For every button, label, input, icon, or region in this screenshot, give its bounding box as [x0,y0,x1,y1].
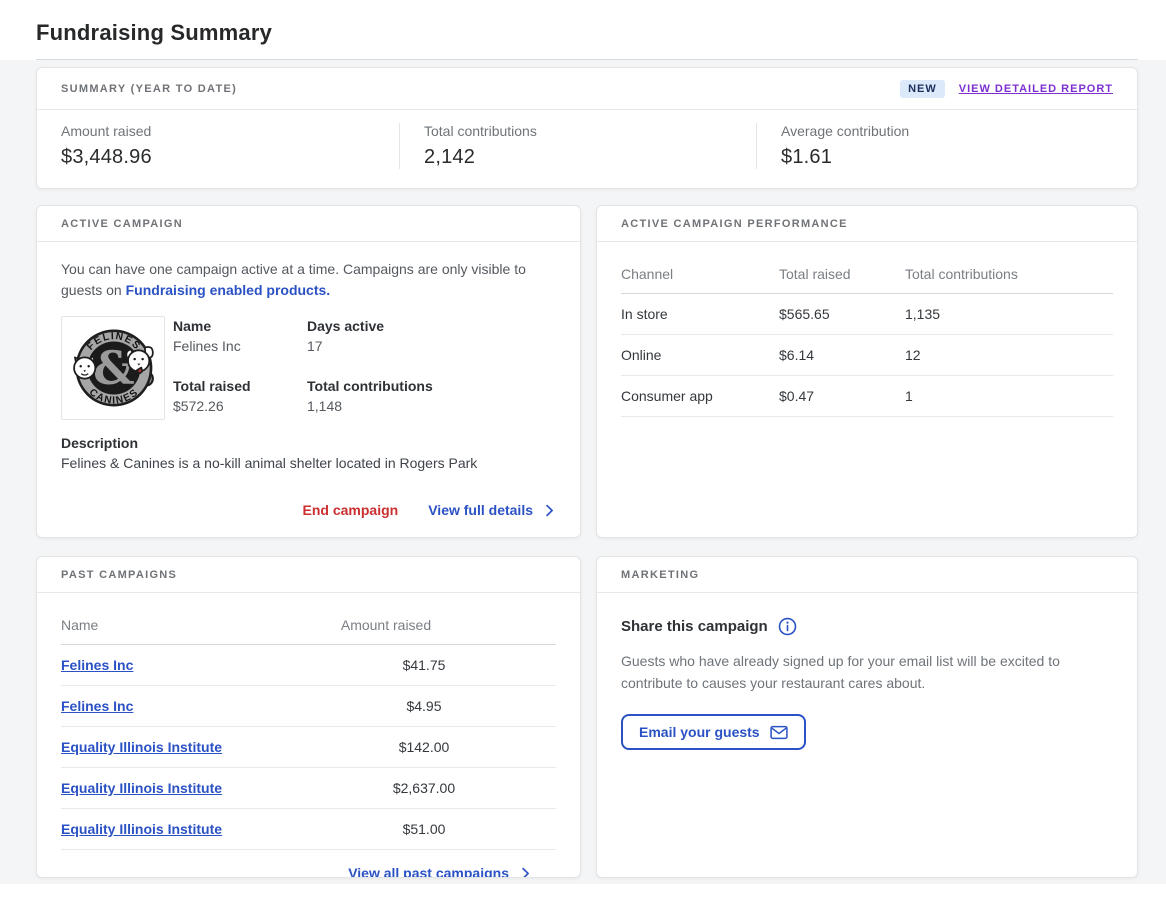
summary-header-right: NEW VIEW DETAILED REPORT [900,80,1113,98]
stat-average-contribution: Average contribution $1.61 [756,123,1137,169]
column-header-name: Name [61,605,306,645]
end-campaign-button[interactable]: End campaign [303,502,399,518]
past-campaigns-header-label: PAST CAMPAIGNS [61,569,177,581]
total-raised-cell: $565.65 [779,294,905,335]
chevron-right-icon [543,504,556,517]
table-row: Equality Illinois Institute $51.00 [61,809,556,850]
stat-value: $1.61 [781,146,1113,169]
content-area: SUMMARY (YEAR TO DATE) NEW VIEW DETAILED… [0,60,1166,884]
stat-label: Average contribution [781,123,1113,139]
envelope-icon [770,725,788,740]
campaign-actions: End campaign View full details [61,502,556,518]
campaign-intro-text: You can have one campaign active at a ti… [61,259,556,301]
table-row: Felines Inc $41.75 [61,645,556,686]
past-campaigns-card: PAST CAMPAIGNS Name Amount raised Feline… [36,556,581,878]
field-total-raised: Total raised $572.26 [173,378,307,420]
amount-cell: $2,637.00 [306,768,556,809]
column-header-total-raised: Total raised [779,254,905,294]
stat-amount-raised: Amount raised $3,448.96 [37,123,399,169]
performance-table-body: Channel Total raised Total contributions… [597,242,1137,429]
total-contributions-cell: 12 [905,335,1113,376]
stat-value: $3,448.96 [61,146,375,169]
marketing-header: MARKETING [597,557,1137,593]
view-detailed-report-link[interactable]: VIEW DETAILED REPORT [959,83,1113,95]
fundraising-products-link[interactable]: Fundraising enabled products. [126,280,331,301]
marketing-header-label: MARKETING [621,569,699,581]
active-campaign-performance-card: ACTIVE CAMPAIGN PERFORMANCE Channel Tota… [596,205,1138,538]
view-full-details-link[interactable]: View full details [428,502,556,518]
active-campaign-header: ACTIVE CAMPAIGN [37,206,580,242]
summary-card: SUMMARY (YEAR TO DATE) NEW VIEW DETAILED… [36,67,1138,189]
table-row: Online $6.14 12 [621,335,1113,376]
performance-table: Channel Total raised Total contributions… [621,254,1113,417]
column-header-channel: Channel [621,254,779,294]
total-contributions-cell: 1,135 [905,294,1113,335]
table-header-row: Channel Total raised Total contributions [621,254,1113,294]
field-total-contributions: Total contributions 1,148 [307,378,556,420]
table-header-row: Name Amount raised [61,605,556,645]
campaign-description: Description Felines & Canines is a no-ki… [61,435,556,471]
performance-header-label: ACTIVE CAMPAIGN PERFORMANCE [621,218,848,230]
title-bar: Fundraising Summary [0,0,1166,60]
past-campaigns-table: Name Amount raised Felines Inc $41.75 Fe… [61,605,556,850]
total-raised-cell: $6.14 [779,335,905,376]
summary-body: Amount raised $3,448.96 Total contributi… [37,110,1137,188]
logo-ampersand: & [93,341,135,395]
campaign-name-link[interactable]: Felines Inc [61,698,133,714]
description-text: Felines & Canines is a no-kill animal sh… [61,455,556,471]
campaign-details-row: & FELINES CANINES [61,316,556,420]
new-badge: NEW [900,80,945,98]
table-row: Consumer app $0.47 1 [621,376,1113,417]
description-label: Description [61,435,556,451]
marketing-body: Share this campaign Guests who have alre… [597,593,1137,774]
campaign-logo-box: & FELINES CANINES [61,316,165,420]
channel-cell: In store [621,294,779,335]
column-header-amount-raised: Amount raised [306,605,556,645]
stat-total-contributions: Total contributions 2,142 [399,123,756,169]
stat-label: Amount raised [61,123,375,139]
past-campaigns-footer: View all past campaigns [61,850,556,878]
page-title: Fundraising Summary [36,20,1138,46]
marketing-card: MARKETING Share this campaign Guests who… [596,556,1138,878]
campaign-name-link[interactable]: Equality Illinois Institute [61,739,222,755]
stat-value: 2,142 [424,146,732,169]
stat-label: Total contributions [424,123,732,139]
total-contributions-cell: 1 [905,376,1113,417]
active-campaign-header-label: ACTIVE CAMPAIGN [61,218,183,230]
table-row: In store $565.65 1,135 [621,294,1113,335]
amount-cell: $41.75 [306,645,556,686]
field-name: Name Felines Inc [173,318,307,360]
performance-header: ACTIVE CAMPAIGN PERFORMANCE [597,206,1137,242]
amount-cell: $51.00 [306,809,556,850]
active-campaign-card: ACTIVE CAMPAIGN You can have one campaig… [36,205,581,538]
campaign-name-link[interactable]: Equality Illinois Institute [61,821,222,837]
campaign-name-link[interactable]: Felines Inc [61,657,133,673]
channel-cell: Consumer app [621,376,779,417]
info-icon[interactable] [778,617,797,636]
amount-cell: $4.95 [306,686,556,727]
amount-cell: $142.00 [306,727,556,768]
active-campaign-body: You can have one campaign active at a ti… [37,242,580,534]
email-your-guests-button[interactable]: Email your guests [621,714,806,750]
summary-card-header: SUMMARY (YEAR TO DATE) NEW VIEW DETAILED… [37,68,1137,110]
column-header-total-contributions: Total contributions [905,254,1113,294]
campaign-fields: Name Felines Inc Days active 17 Total ra… [173,316,556,420]
share-campaign-heading: Share this campaign [621,617,1113,636]
past-campaigns-header: PAST CAMPAIGNS [37,557,580,593]
channel-cell: Online [621,335,779,376]
view-all-past-campaigns-link[interactable]: View all past campaigns [348,865,532,878]
marketing-body-text: Guests who have already signed up for yo… [621,651,1113,694]
table-row: Equality Illinois Institute $142.00 [61,727,556,768]
total-raised-cell: $0.47 [779,376,905,417]
summary-header-label: SUMMARY (YEAR TO DATE) [61,83,237,95]
campaign-name-link[interactable]: Equality Illinois Institute [61,780,222,796]
field-days-active: Days active 17 [307,318,556,360]
chevron-right-icon [519,867,532,879]
table-row: Equality Illinois Institute $2,637.00 [61,768,556,809]
past-campaigns-table-body: Name Amount raised Felines Inc $41.75 Fe… [37,593,580,878]
felines-canines-logo: & FELINES CANINES [67,322,159,414]
table-row: Felines Inc $4.95 [61,686,556,727]
